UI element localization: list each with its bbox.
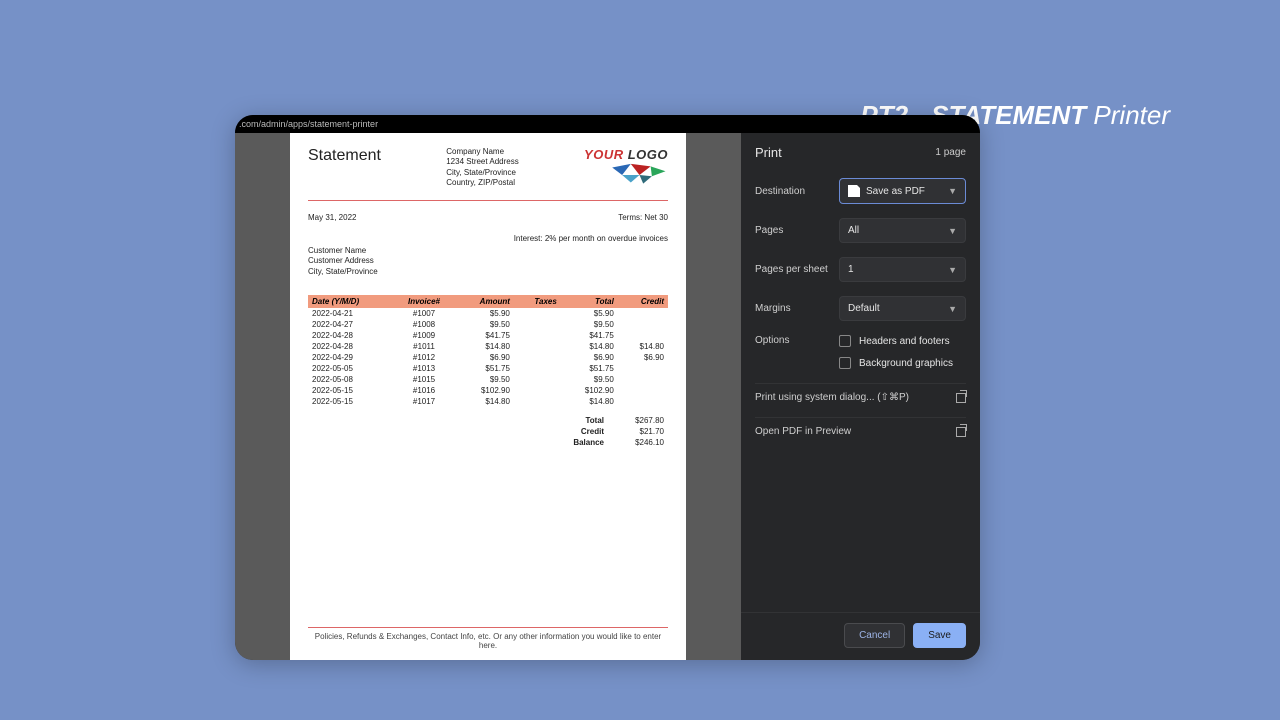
table-row: 2022-04-28#1011$14.80$14.80$14.80	[308, 341, 668, 352]
background-graphics-checkbox[interactable]: Background graphics	[839, 357, 966, 369]
chevron-down-icon: ▼	[948, 304, 957, 314]
pps-label: Pages per sheet	[755, 264, 839, 275]
browser-window: .com/admin/apps/statement-printer Statem…	[235, 115, 980, 660]
doc-heading: Statement	[308, 147, 381, 165]
pdf-icon	[848, 185, 860, 197]
pages-per-sheet-select[interactable]: 1▼	[839, 257, 966, 282]
table-row: 2022-04-29#1012$6.90$6.90$6.90	[308, 352, 668, 363]
table-row: 2022-05-08#1015$9.50$9.50	[308, 374, 668, 385]
print-preview[interactable]: Statement Company Name 1234 Street Addre…	[235, 133, 741, 660]
statement-date: May 31, 2022	[308, 213, 356, 222]
chevron-down-icon: ▼	[948, 226, 957, 236]
panel-title: Print	[755, 145, 782, 160]
table-row: 2022-05-15#1016$102.90$102.90	[308, 385, 668, 396]
external-link-icon	[956, 393, 966, 403]
destination-select[interactable]: Save as PDF ▼	[839, 178, 966, 204]
cancel-button[interactable]: Cancel	[844, 623, 905, 648]
table-row: 2022-04-27#1008$9.50$9.50	[308, 319, 668, 330]
url-bar: .com/admin/apps/statement-printer	[235, 115, 980, 133]
margins-select[interactable]: Default▼	[839, 296, 966, 321]
open-in-preview-link[interactable]: Open PDF in Preview	[755, 417, 966, 445]
customer-block: Customer Name Customer Address City, Sta…	[308, 246, 378, 277]
interest-note: Interest: 2% per month on overdue invoic…	[514, 234, 668, 277]
external-link-icon	[956, 427, 966, 437]
system-dialog-link[interactable]: Print using system dialog... (⇧⌘P)	[755, 383, 966, 411]
table-row: 2022-04-21#1007$5.90$5.90	[308, 308, 668, 319]
statement-table: Date (Y/M/D) Invoice# Amount Taxes Total…	[308, 295, 668, 407]
print-panel: Print 1 page Destination Save as PDF ▼ P…	[741, 133, 980, 660]
company-block: Company Name 1234 Street Address City, S…	[446, 147, 519, 189]
statement-page: Statement Company Name 1234 Street Addre…	[290, 133, 686, 660]
table-row: 2022-05-05#1013$51.75$51.75	[308, 363, 668, 374]
save-button[interactable]: Save	[913, 623, 966, 648]
table-header-row: Date (Y/M/D) Invoice# Amount Taxes Total…	[308, 295, 668, 308]
destination-label: Destination	[755, 186, 839, 197]
doc-footer: Policies, Refunds & Exchanges, Contact I…	[308, 627, 668, 650]
headers-footers-checkbox[interactable]: Headers and footers	[839, 335, 966, 347]
chevron-down-icon: ▼	[948, 265, 957, 275]
table-row: 2022-05-15#1017$14.80$14.80	[308, 396, 668, 407]
totals-block: Total$267.80Credit$21.70Balance$246.10	[308, 415, 668, 448]
pages-label: Pages	[755, 225, 839, 236]
page-count: 1 page	[935, 147, 966, 158]
margins-label: Margins	[755, 303, 839, 314]
pages-select[interactable]: All▼	[839, 218, 966, 243]
logo: YOUR LOGO	[584, 147, 668, 190]
terms: Terms: Net 30	[618, 213, 668, 222]
table-row: 2022-04-28#1009$41.75$41.75	[308, 330, 668, 341]
options-label: Options	[755, 335, 839, 369]
chevron-down-icon: ▼	[948, 186, 957, 196]
